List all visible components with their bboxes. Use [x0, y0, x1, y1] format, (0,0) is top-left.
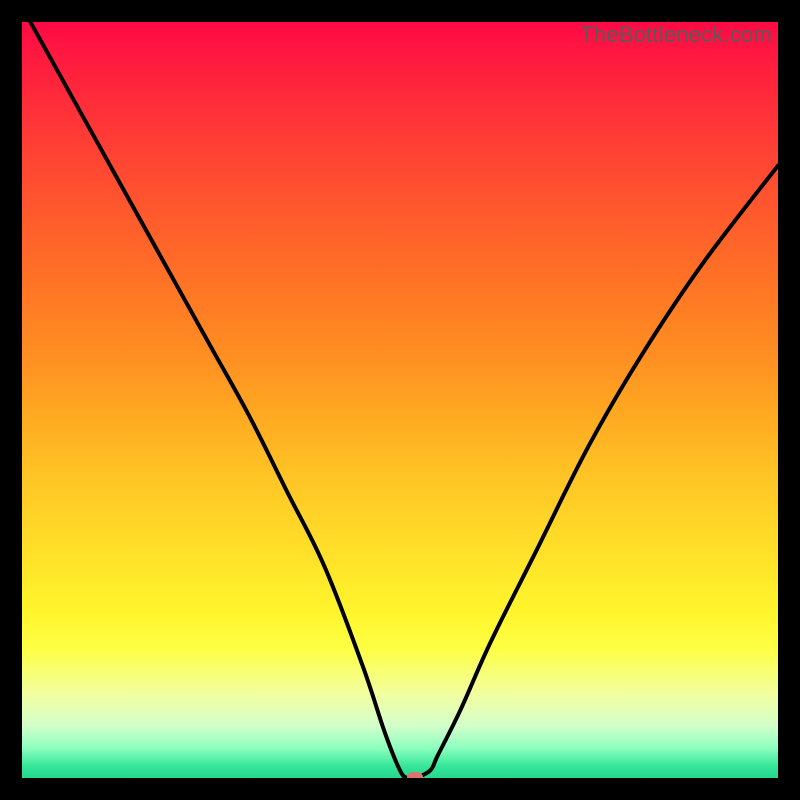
bottleneck-curve	[22, 22, 778, 778]
plot-area: TheBottleneck.com	[22, 22, 778, 778]
chart-frame: TheBottleneck.com	[0, 0, 800, 800]
optimal-point-marker	[407, 772, 423, 778]
